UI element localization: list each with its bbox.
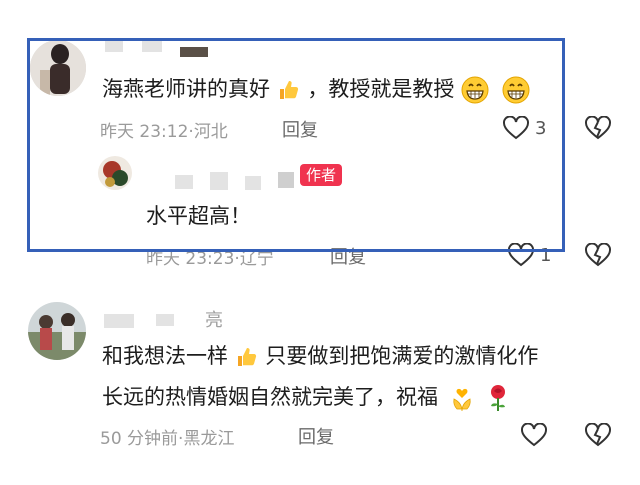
commenter-avatar[interactable] xyxy=(28,302,86,360)
broken-heart-icon xyxy=(585,423,611,447)
comment-text-line-2-content: 长远的热情婚姻自然就完美了，祝福 xyxy=(102,385,438,409)
heart-icon xyxy=(521,423,547,447)
comment-time: 50 分钟前 xyxy=(100,429,179,449)
comment-text-suffix: 只要做到把饱满爱的激情化作 xyxy=(265,344,539,368)
broken-heart-icon xyxy=(585,116,611,140)
comment-text-line-1: 和我想法一样 只要做到把饱满爱的激情化作 xyxy=(102,339,538,373)
highlight-box xyxy=(27,38,565,252)
dislike-button[interactable] xyxy=(585,243,611,267)
comment-text-line-2: 长远的热情婚姻自然就完美了，祝福 xyxy=(102,380,509,414)
dislike-button[interactable] xyxy=(585,116,611,140)
avatar-image xyxy=(28,302,86,360)
reply-time: 昨天 23:23 xyxy=(146,249,235,269)
username-visible-part: 亮 xyxy=(205,310,223,331)
comment-meta: 50 分钟前·黑龙江 xyxy=(100,424,234,449)
reply-location: 辽宁 xyxy=(239,249,274,269)
like-button[interactable] xyxy=(521,423,547,447)
reply-button[interactable]: 回复 xyxy=(298,423,334,449)
thumbs-up-icon xyxy=(235,345,259,369)
rose-icon xyxy=(487,384,509,412)
comment-text-prefix: 和我想法一样 xyxy=(102,344,228,368)
hands-heart-icon xyxy=(451,385,473,411)
broken-heart-icon xyxy=(585,243,611,267)
dislike-button[interactable] xyxy=(585,423,611,447)
comment-location: 黑龙江 xyxy=(183,429,235,449)
